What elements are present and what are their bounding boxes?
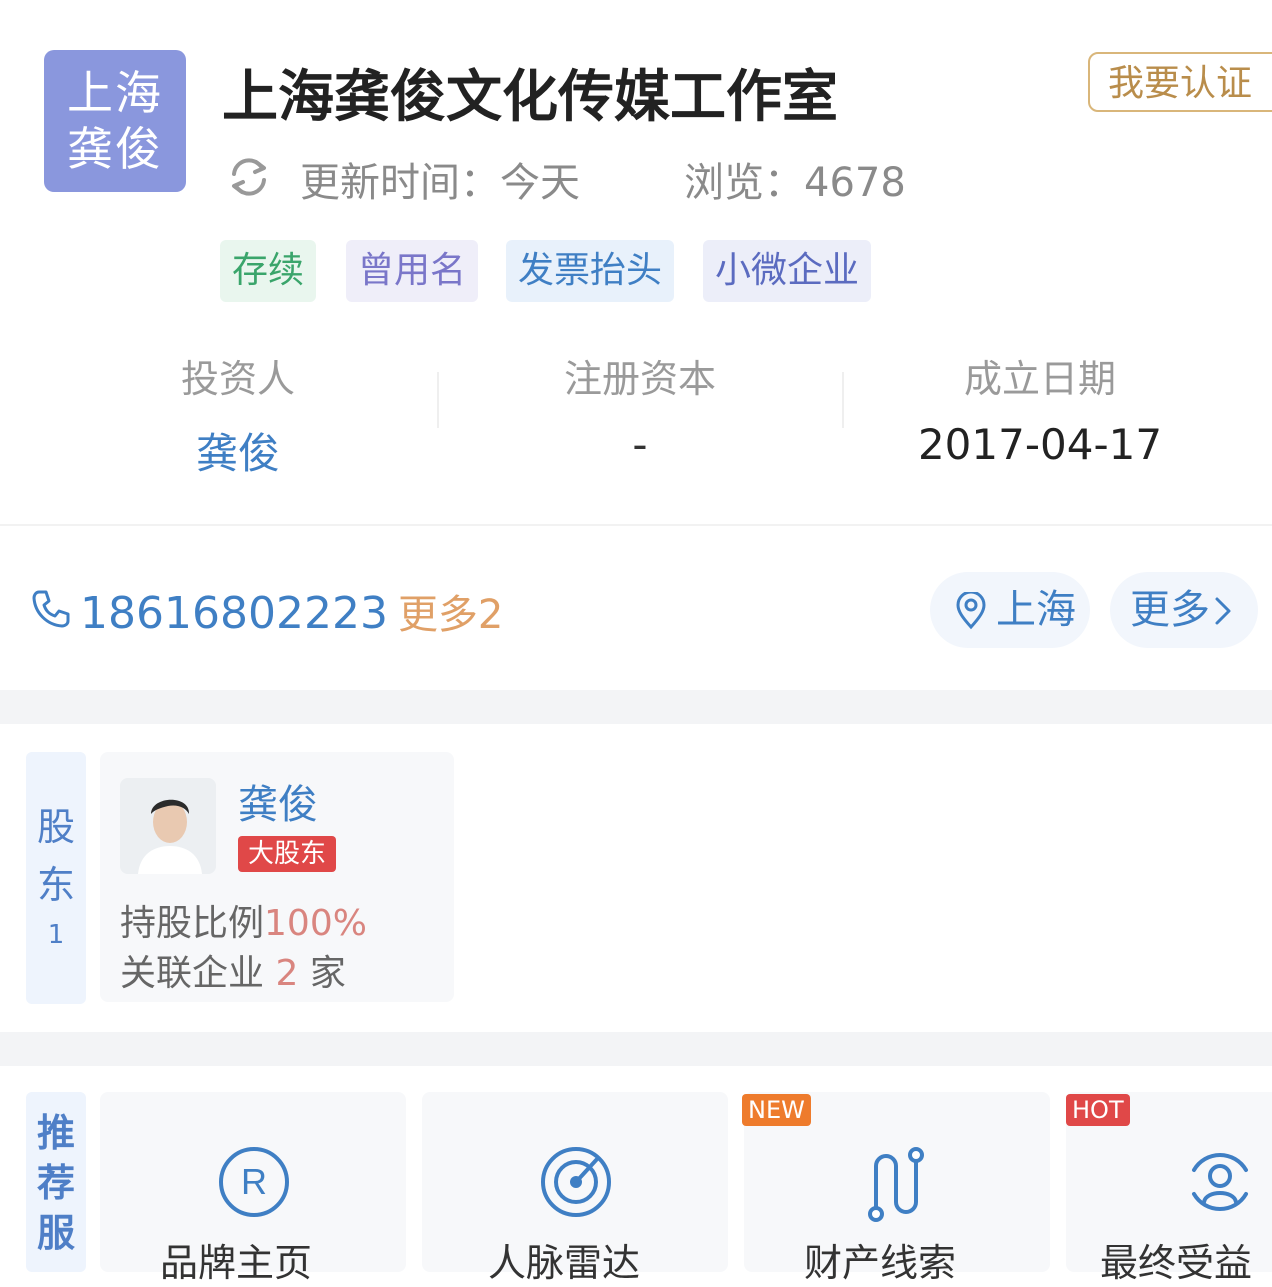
- shareholder-card[interactable]: 龚俊 大股东 持股比例100% 关联企业 2 家: [100, 752, 454, 1002]
- ratio-value: 100%: [264, 903, 367, 944]
- refresh-icon: [232, 158, 266, 196]
- capital-value: -: [632, 420, 648, 469]
- more-label: 更多: [1130, 587, 1210, 633]
- update-time: 更新时间：今天: [300, 150, 580, 208]
- side-char: 荐: [36, 1161, 75, 1205]
- update-value: 今天: [500, 160, 580, 206]
- side-char: 股: [36, 805, 75, 849]
- related-companies[interactable]: 关联企业 2 家: [120, 944, 346, 996]
- tag-small-business[interactable]: 小微企业: [703, 240, 872, 302]
- divider: [437, 372, 439, 428]
- company-name: 上海龚俊文化传媒工作室: [222, 65, 838, 130]
- certify-button[interactable]: 我要认证: [1088, 52, 1272, 112]
- tag-former-name[interactable]: 曾用名: [346, 240, 479, 302]
- radar-icon: [541, 1147, 611, 1217]
- chevron-right-icon: [1215, 597, 1231, 625]
- location-pin-icon: [956, 592, 986, 630]
- related-unit: 家: [309, 953, 346, 994]
- side-char: 推: [36, 1111, 75, 1155]
- location-pill[interactable]: 上海: [930, 572, 1090, 648]
- phone-icon: [32, 590, 70, 628]
- more-info-button[interactable]: 更多: [1110, 572, 1258, 648]
- view-count: 浏览：4678: [684, 150, 906, 208]
- service-card-radar[interactable]: 人脉雷达: [422, 1092, 728, 1285]
- service-card-brand[interactable]: R 品牌主页: [100, 1092, 406, 1285]
- section-gap: [0, 1032, 1272, 1066]
- side-char: 服: [36, 1211, 75, 1255]
- new-badge: NEW: [742, 1094, 811, 1126]
- service-label: 财产线索: [804, 1241, 957, 1285]
- avatar: [120, 778, 216, 874]
- tag-invoice-title[interactable]: 发票抬头: [506, 240, 675, 302]
- investor-label: 投资人: [180, 357, 295, 401]
- service-label: 人脉雷达: [488, 1241, 641, 1285]
- registered-icon: R: [219, 1147, 289, 1217]
- related-label: 关联企业: [120, 953, 265, 994]
- person-circle-icon: [1192, 1152, 1248, 1212]
- phone-number[interactable]: 18616802223: [80, 588, 388, 639]
- views-label: 浏览：: [684, 160, 804, 206]
- major-shareholder-badge: 大股东: [238, 836, 337, 872]
- service-label: 品牌主页: [160, 1241, 313, 1285]
- person-photo-icon: [120, 778, 216, 874]
- logo-line-1: 上海: [67, 66, 163, 120]
- shareholder-name[interactable]: 龚俊: [238, 772, 318, 830]
- logo-line-2: 龚俊: [67, 122, 163, 176]
- service-label: 最终受益: [1100, 1241, 1253, 1285]
- holding-ratio: 持股比例100%: [120, 894, 367, 946]
- hot-badge: HOT: [1066, 1094, 1130, 1126]
- route-icon: [868, 1147, 924, 1222]
- location-label: 上海: [996, 587, 1076, 633]
- founded-label: 成立日期: [963, 357, 1116, 401]
- side-char: 东: [36, 863, 75, 907]
- investor-link[interactable]: 龚俊: [88, 420, 388, 481]
- shareholder-count: 1: [47, 920, 65, 950]
- views-value: 4678: [804, 160, 906, 206]
- founded-value: 2017-04-17: [917, 420, 1163, 469]
- section-gap: [0, 690, 1272, 724]
- company-logo: 上海 龚俊: [44, 50, 186, 192]
- contact-phone[interactable]: 18616802223 更多2: [80, 582, 503, 640]
- separator: [0, 524, 1272, 526]
- tag-status[interactable]: 存续: [220, 240, 317, 302]
- more-phones-link[interactable]: 更多2: [398, 592, 503, 638]
- capital-label: 注册资本: [563, 357, 716, 401]
- update-label: 更新时间：: [300, 160, 500, 206]
- divider: [842, 372, 844, 428]
- ratio-label: 持股比例: [120, 903, 265, 944]
- shareholders-side-label[interactable]: 股 东 1: [26, 752, 86, 1004]
- svg-text:R: R: [241, 1161, 267, 1202]
- services-side-label[interactable]: 推 荐 服: [26, 1092, 86, 1272]
- related-count: 2: [275, 953, 299, 994]
